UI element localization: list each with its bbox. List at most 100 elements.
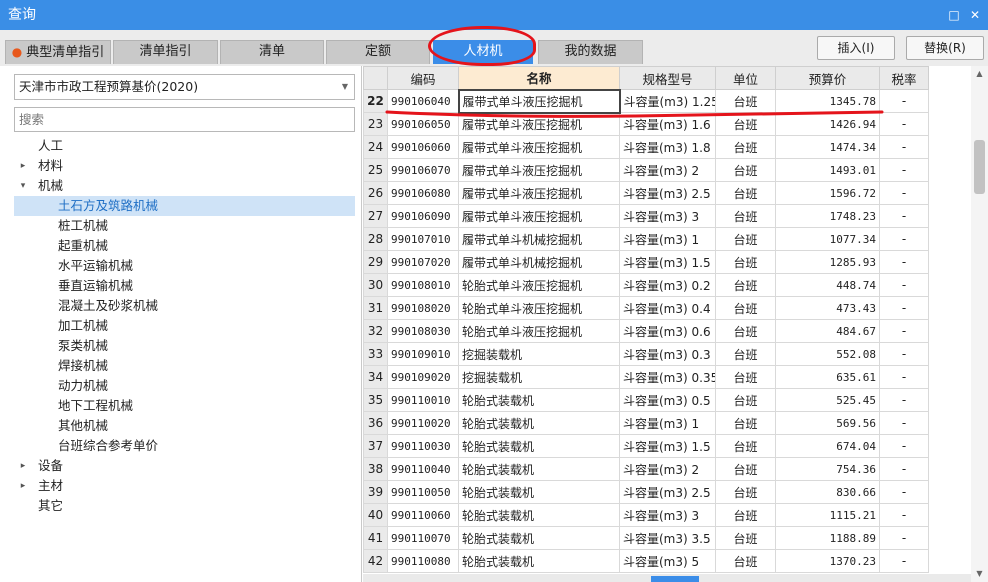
unit-cell[interactable]: 台班 (715, 158, 776, 182)
code-cell[interactable]: 990107010 (387, 227, 459, 251)
spec-cell[interactable]: 斗容量(m3) 1.5 (619, 250, 716, 274)
name-cell[interactable]: 履带式单斗机械挖掘机 (458, 227, 620, 251)
close-icon[interactable]: ✕ (965, 0, 985, 30)
table-row[interactable]: 40 990110060 轮胎式装载机 斗容量(m3) 3 台班 1115.21- (363, 503, 929, 527)
name-cell[interactable]: 挖掘装载机 (458, 365, 620, 389)
unit-cell[interactable]: 台班 (715, 411, 776, 435)
code-cell[interactable]: 990106090 (387, 204, 459, 228)
spec-cell[interactable]: 斗容量(m3) 0.2 (619, 273, 716, 297)
unit-cell[interactable]: 台班 (715, 549, 776, 573)
name-cell[interactable]: 履带式单斗液压挖掘机 (458, 181, 620, 205)
table-row[interactable]: 39 990110050 轮胎式装载机 斗容量(m3) 2.5 台班 830.66- (363, 480, 929, 504)
row-number[interactable]: 25 (363, 158, 388, 182)
unit-cell[interactable]: 台班 (715, 503, 776, 527)
code-header[interactable]: 编码 (387, 66, 459, 90)
row-number[interactable]: 34 (363, 365, 388, 389)
price-cell[interactable]: 1188.89 (775, 526, 880, 550)
code-cell[interactable]: 990106060 (387, 135, 459, 159)
tax-header[interactable]: 税率 (879, 66, 929, 90)
code-cell[interactable]: 990109020 (387, 365, 459, 389)
price-cell[interactable]: 674.04 (775, 434, 880, 458)
price-cell[interactable]: 1596.72 (775, 181, 880, 205)
tax-cell[interactable]: - (879, 457, 929, 481)
spec-cell[interactable]: 斗容量(m3) 0.4 (619, 296, 716, 320)
price-cell[interactable]: 473.43 (775, 296, 880, 320)
unit-cell[interactable]: 台班 (715, 526, 776, 550)
spec-cell[interactable]: 斗容量(m3) 2 (619, 158, 716, 182)
unit-cell[interactable]: 台班 (715, 204, 776, 228)
tree-node[interactable]: 混凝土及砂浆机械 (14, 296, 355, 316)
name-cell[interactable]: 履带式单斗液压挖掘机 (458, 112, 620, 136)
name-cell[interactable]: 轮胎式单斗液压挖掘机 (458, 319, 620, 343)
tree-node[interactable]: 台班综合参考单价 (14, 436, 355, 456)
price-cell[interactable]: 1077.34 (775, 227, 880, 251)
table-row[interactable]: 36 990110020 轮胎式装载机 斗容量(m3) 1 台班 569.56- (363, 411, 929, 435)
code-cell[interactable]: 990110080 (387, 549, 459, 573)
spec-cell[interactable]: 斗容量(m3) 2 (619, 457, 716, 481)
spec-cell[interactable]: 斗容量(m3) 0.6 (619, 319, 716, 343)
tree-node[interactable]: 其它 (14, 496, 355, 516)
table-row[interactable]: 30 990108010 轮胎式单斗液压挖掘机 斗容量(m3) 0.2 台班 448.74… (363, 273, 929, 297)
table-row[interactable]: 22 990106040 履带式单斗液压挖掘机 斗容量(m3) 1.25 台班 1345.… (363, 88, 929, 114)
tree-node[interactable]: ▸ 材料 (14, 156, 355, 176)
code-cell[interactable]: 990106080 (387, 181, 459, 205)
price-cell[interactable]: 1285.93 (775, 250, 880, 274)
spec-cell[interactable]: 斗容量(m3) 1.8 (619, 135, 716, 159)
tax-cell[interactable]: - (879, 526, 929, 550)
unit-cell[interactable]: 台班 (715, 342, 776, 366)
price-header[interactable]: 预算价 (775, 66, 880, 90)
price-cell[interactable]: 448.74 (775, 273, 880, 297)
unit-cell[interactable]: 台班 (715, 434, 776, 458)
unit-cell[interactable]: 台班 (715, 296, 776, 320)
table-row[interactable]: 31 990108020 轮胎式单斗液压挖掘机 斗容量(m3) 0.4 台班 473.43… (363, 296, 929, 320)
row-number[interactable]: 31 (363, 296, 388, 320)
code-cell[interactable]: 990110040 (387, 457, 459, 481)
tree-node[interactable]: 人工 (14, 136, 355, 156)
vertical-scrollbar[interactable]: ▲ ▼ (971, 66, 988, 582)
name-cell[interactable]: 轮胎式装载机 (458, 480, 620, 504)
name-cell[interactable]: 轮胎式装载机 (458, 549, 620, 573)
spec-cell[interactable]: 斗容量(m3) 1.5 (619, 434, 716, 458)
row-number[interactable]: 22 (363, 89, 388, 113)
spec-cell[interactable]: 斗容量(m3) 5 (619, 549, 716, 573)
table-row[interactable]: 33 990109010 挖掘装载机 斗容量(m3) 0.3 台班 552.08- (363, 342, 929, 366)
price-cell[interactable]: 1426.94 (775, 112, 880, 136)
tree-node[interactable]: 桩工机械 (14, 216, 355, 236)
tab-typical-list-guide[interactable]: ● 典型清单指引 (5, 40, 111, 64)
row-number[interactable]: 32 (363, 319, 388, 343)
price-cell[interactable]: 1748.23 (775, 204, 880, 228)
tax-cell[interactable]: - (879, 388, 929, 412)
unit-cell[interactable]: 台班 (715, 227, 776, 251)
table-row[interactable]: 25 990106070 履带式单斗液压挖掘机 斗容量(m3) 2 台班 1493.01- (363, 158, 929, 182)
tree-node[interactable]: 焊接机械 (14, 356, 355, 376)
table-row[interactable]: 26 990106080 履带式单斗液压挖掘机 斗容量(m3) 2.5 台班 1596.7… (363, 181, 929, 205)
spec-cell[interactable]: 斗容量(m3) 1 (619, 411, 716, 435)
price-cell[interactable]: 830.66 (775, 480, 880, 504)
tree-node[interactable]: 泵类机械 (14, 336, 355, 356)
price-cell[interactable]: 552.08 (775, 342, 880, 366)
code-cell[interactable]: 990110010 (387, 388, 459, 412)
unit-cell[interactable]: 台班 (715, 480, 776, 504)
code-cell[interactable]: 990108010 (387, 273, 459, 297)
row-number[interactable]: 35 (363, 388, 388, 412)
row-number[interactable]: 28 (363, 227, 388, 251)
table-row[interactable]: 29 990107020 履带式单斗机械挖掘机 斗容量(m3) 1.5 台班 1285.9… (363, 250, 929, 274)
tax-cell[interactable]: - (879, 549, 929, 573)
library-select[interactable]: 天津市市政工程预算基价(2020) ▼ (14, 74, 355, 100)
tree-node[interactable]: 土石方及筑路机械 (14, 196, 355, 216)
name-cell[interactable]: 轮胎式装载机 (458, 526, 620, 550)
scroll-down-arrow-icon[interactable]: ▼ (971, 566, 988, 582)
spec-cell[interactable]: 斗容量(m3) 3.5 (619, 526, 716, 550)
code-cell[interactable]: 990106050 (387, 112, 459, 136)
unit-header[interactable]: 单位 (715, 66, 776, 90)
table-row[interactable]: 38 990110040 轮胎式装载机 斗容量(m3) 2 台班 754.36- (363, 457, 929, 481)
row-number[interactable]: 37 (363, 434, 388, 458)
spec-header[interactable]: 规格型号 (619, 66, 716, 90)
expand-arrow-icon[interactable]: ▸ (18, 456, 28, 476)
name-cell[interactable]: 履带式单斗机械挖掘机 (458, 250, 620, 274)
row-number[interactable]: 33 (363, 342, 388, 366)
code-cell[interactable]: 990110050 (387, 480, 459, 504)
tree-node[interactable]: 起重机械 (14, 236, 355, 256)
table-row[interactable]: 32 990108030 轮胎式单斗液压挖掘机 斗容量(m3) 0.6 台班 484.67… (363, 319, 929, 343)
name-cell[interactable]: 轮胎式单斗液压挖掘机 (458, 273, 620, 297)
